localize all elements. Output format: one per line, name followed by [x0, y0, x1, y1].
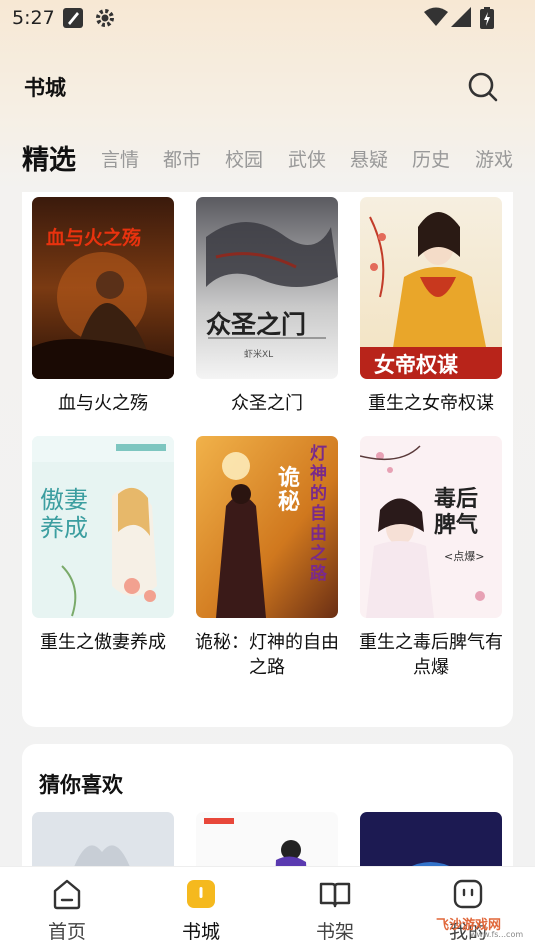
cover-text: 诡秘 [278, 465, 301, 515]
status-time: 5:27 [12, 7, 55, 29]
tab-romance[interactable]: 言情 [101, 145, 139, 172]
tab-suspense[interactable]: 悬疑 [350, 145, 388, 172]
tab-history[interactable]: 历史 [412, 145, 450, 172]
cover-text-vertical: 灯神的自由之路 [310, 444, 327, 584]
tab-urban[interactable]: 都市 [163, 145, 201, 172]
book-cover[interactable]: 血与火之殇 [32, 197, 174, 379]
battery-charging-icon [480, 7, 494, 33]
tab-martial-arts[interactable]: 武侠 [288, 145, 326, 172]
cover-text: 血与火之殇 [46, 227, 142, 249]
book-title[interactable]: 诡秘：灯神的自由之路 [192, 630, 342, 680]
cover-text: 女帝权谋 [374, 352, 458, 377]
book-item[interactable]: 傲妻养成 重生之傲妻养成 [28, 436, 178, 655]
book-title[interactable]: 血与火之殇 [28, 391, 178, 416]
open-book-icon [318, 877, 352, 911]
book-cover[interactable]: 毒后脾气 <点爆> [360, 436, 502, 618]
nav-home[interactable]: 首页 [0, 867, 134, 952]
book-title[interactable]: 重生之傲妻养成 [28, 630, 178, 655]
book-item[interactable]: 毒后脾气 <点爆> 重生之毒后脾气有点爆 [356, 436, 506, 680]
book-item[interactable]: 诡秘 灯神的自由之路 诡秘：灯神的自由之路 [192, 436, 342, 680]
cover-text: 众圣之门 [206, 310, 307, 339]
section-title: 猜你喜欢 [39, 773, 123, 797]
search-button[interactable] [466, 70, 500, 104]
book-cover[interactable]: 诡秘 灯神的自由之路 [196, 436, 338, 618]
signal-icon [451, 7, 471, 31]
book-cover[interactable]: 众圣之门 虾米XL [196, 197, 338, 379]
home-icon [50, 877, 84, 911]
wifi-icon [424, 7, 448, 31]
nav-bookstore[interactable]: 书城 [134, 867, 268, 952]
nav-bookshelf[interactable]: 书架 [268, 867, 402, 952]
tab-featured[interactable]: 精选 [22, 138, 76, 177]
book-item[interactable]: 女帝权谋 重生之女帝权谋 [356, 197, 506, 416]
category-tabs: 精选 言情 都市 校园 武侠 悬疑 历史 游戏 [0, 138, 535, 178]
book-item[interactable]: 血与火之殇 血与火之殇 [28, 197, 178, 416]
search-icon [466, 72, 500, 108]
featured-books-card: 血与火之殇 血与火之殇 众圣之门 虾米XL 众圣之门 女帝权谋 重生之女帝权谋 … [22, 192, 513, 727]
book-title[interactable]: 重生之女帝权谋 [356, 391, 506, 416]
status-bar: 5:27 [0, 0, 535, 36]
book-title[interactable]: 众圣之门 [192, 391, 342, 416]
cover-author: 虾米XL [244, 350, 274, 360]
nav-label: 书架 [315, 921, 354, 943]
bottom-nav: 首页 书城 书架 我的 [0, 866, 535, 952]
nav-label: 书城 [181, 921, 220, 943]
book-cover[interactable]: 傲妻养成 [32, 436, 174, 618]
cover-subtext: <点爆> [444, 550, 485, 563]
page-title: 书城 [24, 76, 66, 100]
settings-gear-icon [94, 7, 116, 33]
nav-label: 首页 [47, 921, 86, 943]
book-title[interactable]: 重生之毒后脾气有点爆 [356, 630, 506, 680]
profile-face-icon [451, 877, 485, 911]
cover-text: 毒后脾气 [434, 486, 479, 538]
cover-text: 傲妻养成 [40, 486, 88, 542]
edit-note-icon [62, 7, 84, 33]
book-cover[interactable]: 女帝权谋 [360, 197, 502, 379]
watermark-url: www.fs...com [470, 930, 524, 939]
tab-games[interactable]: 游戏 [475, 145, 513, 172]
book-item[interactable]: 众圣之门 虾米XL 众圣之门 [192, 197, 342, 416]
tab-campus[interactable]: 校园 [225, 145, 263, 172]
nav-profile[interactable]: 我的 [401, 867, 535, 952]
bookstore-icon [184, 877, 218, 911]
